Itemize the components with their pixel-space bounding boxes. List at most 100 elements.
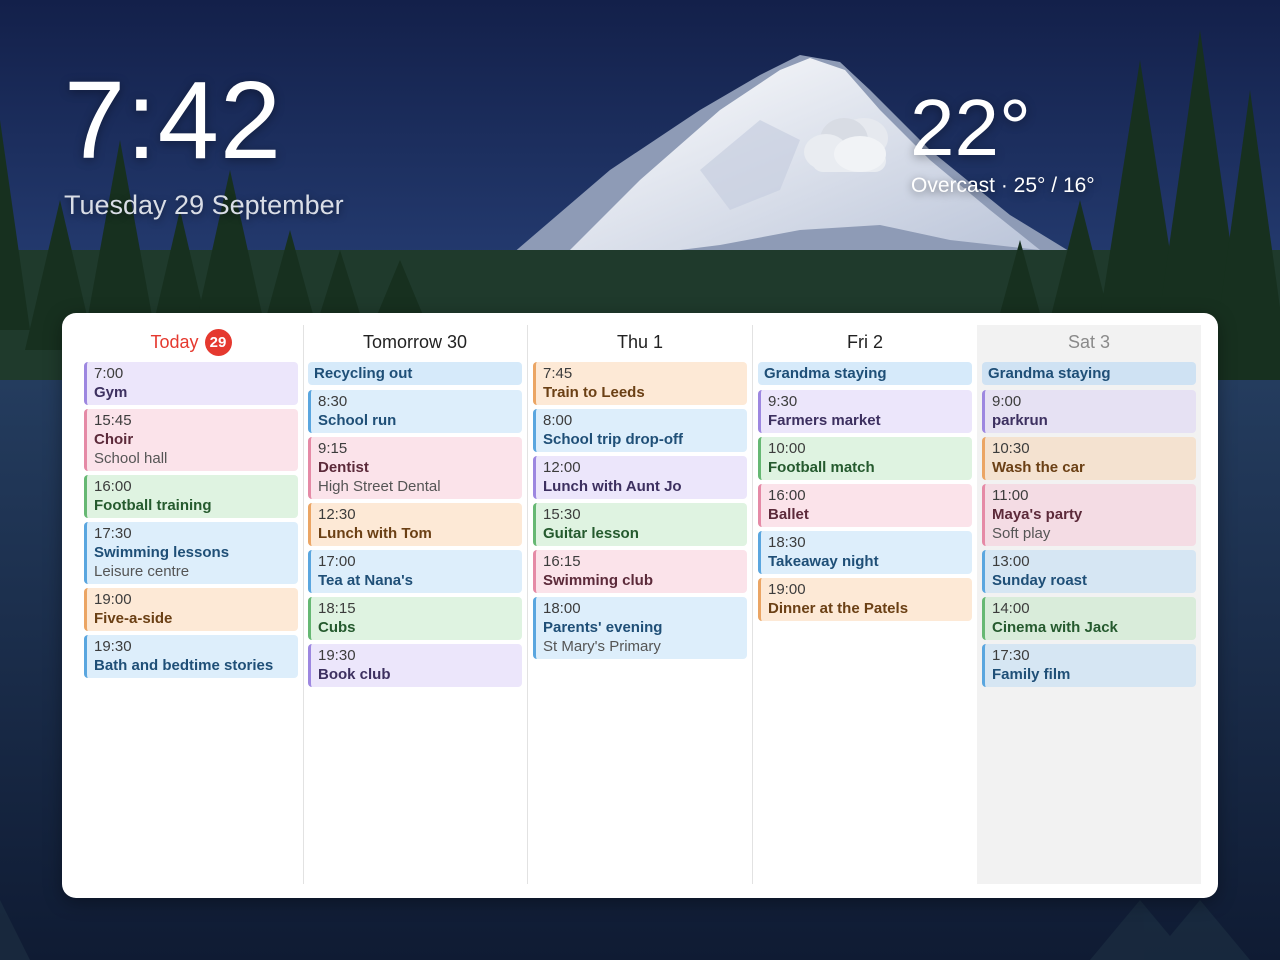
event-time: 16:00 xyxy=(94,478,132,495)
event-location: High Street Dental xyxy=(318,478,441,495)
event-card[interactable]: 16:00 Football training xyxy=(84,475,298,518)
event-card[interactable]: 14:00 Cinema with Jack xyxy=(982,597,1196,640)
event-card[interactable]: 16:15 Swimming club xyxy=(533,550,747,593)
event-card[interactable]: 12:00 Lunch with Aunt Jo xyxy=(533,456,747,499)
event-title: Maya's party xyxy=(992,506,1083,523)
event-card[interactable]: 9:15 Dentist High Street Dental xyxy=(308,437,522,499)
event-time: 17:00 xyxy=(318,553,356,570)
event-title: Bath and bedtime stories xyxy=(94,657,274,674)
event-title: Guitar lesson xyxy=(543,525,639,542)
event-time: 13:00 xyxy=(992,553,1030,570)
event-time: 19:00 xyxy=(94,591,132,608)
event-card[interactable]: 19:30 Bath and bedtime stories xyxy=(84,635,298,678)
event-card[interactable]: 13:00 Sunday roast xyxy=(982,550,1196,593)
event-time: 14:00 xyxy=(992,600,1030,617)
clock-time: 7:42 xyxy=(64,59,283,182)
event-time: 17:30 xyxy=(94,525,132,542)
cloud-icon xyxy=(800,106,896,174)
event-list: Grandma staying 9:00 parkrun 10:30 Wash the … xyxy=(977,359,1201,687)
event-card[interactable]: 9:00 parkrun xyxy=(982,390,1196,433)
temperature: 22° xyxy=(910,83,1031,172)
event-time: 12:30 xyxy=(318,506,356,523)
event-time: 16:15 xyxy=(543,553,581,570)
event-card[interactable]: 10:30 Wash the car xyxy=(982,437,1196,480)
event-location: School hall xyxy=(94,450,168,467)
event-card[interactable]: 17:00 Tea at Nana's xyxy=(308,550,522,593)
event-card[interactable]: 12:30 Lunch with Tom xyxy=(308,503,522,546)
event-card[interactable]: 7:45 Train to Leeds xyxy=(533,362,747,405)
event-card[interactable]: 18:15 Cubs xyxy=(308,597,522,640)
day-label: Tomorrow 30 xyxy=(362,331,468,352)
event-time: 8:30 xyxy=(318,393,348,410)
event-card[interactable]: 18:30 Takeaway night xyxy=(758,531,972,574)
event-time: 7:45 xyxy=(543,365,573,382)
event-card[interactable]: 19:00 Dinner at the Patels xyxy=(758,578,972,621)
weather-condition: Overcast · 25° / 16° xyxy=(911,174,1095,197)
current-date: Tuesday 29 September xyxy=(64,190,344,220)
event-title: Dinner at the Patels xyxy=(768,600,909,617)
event-card[interactable]: 8:30 School run xyxy=(308,390,522,433)
event-title: Wash the car xyxy=(992,459,1085,476)
event-card[interactable]: 16:00 Ballet xyxy=(758,484,972,527)
all-day-event[interactable]: Grandma staying xyxy=(758,362,972,385)
event-title: Football training xyxy=(94,497,212,514)
calendar-panel: Today 29 7:00 Gym 15:45 Choir School hall 16:00… xyxy=(62,313,1218,898)
day-column: Tomorrow 30 Recycling out 8:30 School run 9:… xyxy=(303,325,528,884)
event-time: 12:00 xyxy=(543,459,581,476)
event-title: School trip drop-off xyxy=(543,431,683,448)
event-time: 9:15 xyxy=(318,440,348,457)
event-time: 19:30 xyxy=(318,647,356,664)
event-title: Family film xyxy=(992,666,1071,683)
all-day-event[interactable]: Recycling out xyxy=(308,362,522,385)
event-card[interactable]: 7:00 Gym xyxy=(84,362,298,405)
event-title: Takeaway night xyxy=(768,553,879,570)
event-location: Soft play xyxy=(992,525,1051,542)
event-title: Dentist xyxy=(318,459,369,476)
event-title: Swimming club xyxy=(543,572,654,589)
event-title: Lunch with Tom xyxy=(318,525,432,542)
day-column-header[interactable]: Fri 2 xyxy=(753,325,977,359)
event-title: Parents' evening xyxy=(543,619,663,636)
day-column-header[interactable]: Sat 3 xyxy=(977,325,1201,359)
event-title: parkrun xyxy=(992,412,1048,429)
event-time: 16:00 xyxy=(768,487,806,504)
event-card[interactable]: 11:00 Maya's party Soft play xyxy=(982,484,1196,546)
event-time: 10:00 xyxy=(768,440,806,457)
event-time: 9:00 xyxy=(992,393,1022,410)
day-column: Fri 2 Grandma staying 9:30 Farmers market 10… xyxy=(753,325,978,884)
event-time: 18:15 xyxy=(318,600,356,617)
event-card[interactable]: 15:45 Choir School hall xyxy=(84,409,298,471)
event-list: 7:00 Gym 15:45 Choir School hall 16:00 Footbal… xyxy=(79,359,303,678)
day-column: Today 29 7:00 Gym 15:45 Choir School hall 16:00… xyxy=(79,325,304,884)
event-card[interactable]: 9:30 Farmers market xyxy=(758,390,972,433)
event-list: Recycling out 8:30 School run 9:15 Dentist Hi… xyxy=(303,359,527,687)
event-card[interactable]: 19:30 Book club xyxy=(308,644,522,687)
day-column: Sat 3 Grandma staying 9:00 parkrun 10:30 Wash… xyxy=(977,325,1201,884)
day-label: Thu 1 xyxy=(616,331,664,352)
event-title: Lunch with Aunt Jo xyxy=(543,478,682,495)
event-card[interactable]: 19:00 Five-a-side xyxy=(84,588,298,631)
event-title: School run xyxy=(318,412,397,429)
event-card[interactable]: 8:00 School trip drop-off xyxy=(533,409,747,452)
event-list: 7:45 Train to Leeds 8:00 School trip drop-o… xyxy=(528,359,752,659)
day-label: Today xyxy=(150,331,199,352)
event-card[interactable]: 15:30 Guitar lesson xyxy=(533,503,747,546)
event-time: 15:30 xyxy=(543,506,581,523)
event-time: 19:00 xyxy=(768,581,806,598)
event-time: 17:30 xyxy=(992,647,1030,664)
day-column-header[interactable]: Today 29 xyxy=(79,325,303,359)
event-title: Choir xyxy=(94,431,134,448)
event-title: Train to Leeds xyxy=(543,384,645,401)
day-label: Fri 2 xyxy=(847,331,883,352)
today-date-badge: 29 xyxy=(204,328,232,356)
event-title: Sunday roast xyxy=(992,572,1088,589)
event-card[interactable]: 10:00 Football match xyxy=(758,437,972,480)
event-card[interactable]: 17:30 Family film xyxy=(982,644,1196,687)
event-card[interactable]: 18:00 Parents' evening St Mary's Primary xyxy=(533,597,747,659)
all-day-event[interactable]: Grandma staying xyxy=(982,362,1196,385)
event-card[interactable]: 17:30 Swimming lessons Leisure centre xyxy=(84,522,298,584)
day-column-header[interactable]: Thu 1 xyxy=(528,325,752,359)
day-column-header[interactable]: Tomorrow 30 xyxy=(303,325,527,359)
event-title: Gym xyxy=(94,384,128,401)
event-time: 18:30 xyxy=(768,534,806,551)
